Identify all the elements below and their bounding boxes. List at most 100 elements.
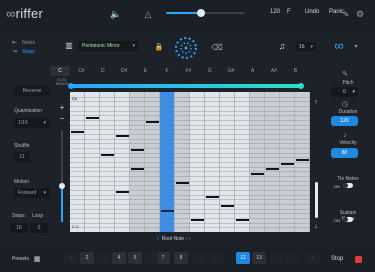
page-button-dim[interactable]: [270, 252, 284, 264]
speaker-icon[interactable]: 🔈: [110, 8, 122, 20]
reverse-button[interactable]: Reverse: [14, 86, 50, 96]
note-block[interactable]: [116, 191, 129, 194]
root-note-toggle[interactable]: ✓ Root Note ‹ ›: [156, 236, 190, 242]
page-button-13[interactable]: 13: [252, 252, 266, 264]
chevron-right-icon[interactable]: ›: [189, 236, 191, 242]
motion-select[interactable]: Forward ▾: [14, 188, 50, 198]
note-block[interactable]: [206, 196, 219, 198]
note-block[interactable]: [176, 182, 189, 184]
octave-range-bar[interactable]: [68, 83, 304, 89]
range-handle-left[interactable]: [68, 83, 74, 89]
page-button-2[interactable]: 2: [80, 252, 94, 264]
eraser-icon[interactable]: ⌫: [211, 42, 222, 52]
page-button-dim[interactable]: [286, 252, 300, 264]
mode-toggle[interactable]: ⇤ Notes ⇥ Steps: [12, 37, 52, 57]
stop-label[interactable]: Stop: [331, 256, 343, 262]
volume-slider[interactable]: [166, 9, 244, 17]
zoom-slider[interactable]: [59, 130, 65, 222]
piano-icon[interactable]: ▥: [64, 40, 74, 50]
page-button-5[interactable]: 5: [128, 252, 142, 264]
key-f-sharp[interactable]: F#: [178, 66, 198, 76]
notes-mode-label[interactable]: Notes: [22, 40, 35, 46]
key-g-sharp[interactable]: G#: [221, 66, 241, 76]
sustain-notes-toggle[interactable]: [343, 217, 353, 222]
note-block[interactable]: [116, 135, 129, 138]
steps-mode-label[interactable]: Steps: [22, 49, 35, 55]
grid-row-line: [70, 185, 310, 187]
note-block[interactable]: [131, 149, 144, 152]
page-button-dim[interactable]: [210, 252, 224, 264]
note-block[interactable]: [71, 130, 84, 133]
note-block[interactable]: [221, 205, 234, 208]
pitch-select[interactable]: 0 ▾: [331, 87, 358, 97]
chevron-down-icon[interactable]: ▾: [352, 42, 360, 50]
steps-count-select[interactable]: 16: [10, 223, 28, 233]
tempo-value[interactable]: 120: [270, 9, 280, 15]
key-a[interactable]: A: [243, 66, 263, 76]
plus-icon[interactable]: +: [58, 103, 66, 112]
note-block[interactable]: [236, 219, 249, 222]
volume-slider-knob[interactable]: [197, 9, 206, 17]
note-block[interactable]: [296, 158, 309, 161]
page-prev-button[interactable]: ‹: [64, 252, 78, 264]
zoom-slider-knob[interactable]: [59, 183, 65, 189]
loop-select[interactable]: 0: [30, 223, 48, 233]
page-button-dim[interactable]: [96, 252, 110, 264]
note-block[interactable]: [281, 163, 294, 166]
note-block[interactable]: [161, 210, 174, 212]
duration-value[interactable]: 120: [331, 116, 358, 126]
page-button-12[interactable]: 12: [236, 252, 250, 264]
key-display[interactable]: F: [287, 9, 291, 15]
range-handle-right[interactable]: [298, 83, 304, 89]
note-block[interactable]: [86, 116, 99, 119]
grid-row-line: [70, 208, 310, 210]
page-button-4[interactable]: 4: [112, 252, 126, 264]
stop-icon[interactable]: [355, 256, 362, 263]
key-a-sharp[interactable]: A#: [264, 66, 284, 76]
page-button-dim[interactable]: [144, 252, 158, 264]
grid-row-line: [70, 106, 310, 107]
step-grid[interactable]: D# C-2: [70, 92, 310, 232]
minus-icon[interactable]: −: [58, 114, 66, 123]
arrow-up-icon[interactable]: ↑: [312, 98, 320, 106]
randomize-dial[interactable]: [172, 34, 200, 62]
check-icon: ✓: [156, 236, 161, 242]
key-d-sharp[interactable]: D#: [114, 66, 134, 76]
key-c-sharp[interactable]: C#: [71, 66, 91, 76]
lock-icon[interactable]: 🔒: [155, 42, 164, 51]
key-d[interactable]: D: [93, 66, 113, 76]
velocity-value[interactable]: 80: [331, 148, 358, 158]
tie-notes-toggle[interactable]: [343, 183, 353, 188]
music-notes-icon[interactable]: ♫: [276, 40, 288, 52]
note-block[interactable]: [251, 172, 264, 175]
loop-infinity-icon[interactable]: ∞: [330, 38, 348, 53]
grid-scrollbar[interactable]: [315, 182, 318, 218]
presets-label[interactable]: Presets: [12, 256, 29, 262]
steps-select[interactable]: 16 ▾: [296, 42, 316, 51]
chevron-left-icon[interactable]: ‹: [186, 236, 188, 242]
pencil-icon[interactable]: ✎: [340, 8, 352, 20]
note-block[interactable]: [131, 168, 144, 170]
shuffle-value[interactable]: 11: [14, 152, 30, 162]
key-g[interactable]: G: [200, 66, 220, 76]
note-block[interactable]: [101, 154, 114, 156]
page-next-button[interactable]: ›: [306, 252, 320, 264]
note-block[interactable]: [191, 219, 204, 222]
metronome-icon[interactable]: △: [142, 8, 154, 20]
note-block[interactable]: [266, 168, 279, 170]
scale-select[interactable]: Pentatonic Minor ▾: [78, 41, 138, 51]
undo-button[interactable]: Undo: [305, 9, 319, 15]
page-button-8[interactable]: 8: [174, 252, 188, 264]
key-b[interactable]: B: [285, 66, 305, 76]
note-block[interactable]: [146, 121, 159, 124]
grid-menu-icon[interactable]: ▦: [33, 255, 41, 263]
key-e[interactable]: E: [136, 66, 156, 76]
gear-icon[interactable]: ⚙: [354, 8, 366, 20]
quantization-select[interactable]: 1/16 ▾: [14, 118, 50, 128]
key-c[interactable]: C: [50, 66, 70, 76]
page-button-dim[interactable]: [192, 252, 206, 264]
page-button-7[interactable]: 7: [156, 252, 170, 264]
pitch-label: Pitch: [342, 80, 354, 86]
key-f[interactable]: F: [157, 66, 177, 76]
arrow-down-icon[interactable]: ↓: [312, 222, 320, 230]
